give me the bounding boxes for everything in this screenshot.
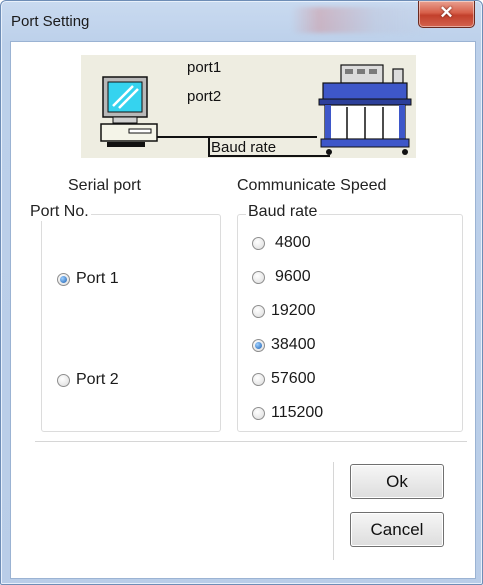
- baud-4800-option[interactable]: 4800: [252, 233, 311, 253]
- port-1-label[interactable]: Port 1: [76, 270, 119, 288]
- vertical-separator: [333, 462, 334, 560]
- baud-4800-label[interactable]: 4800: [275, 234, 311, 252]
- port-2-option[interactable]: Port 2: [57, 370, 119, 390]
- port-no-group: Port No. Port 1 Port 2: [28, 203, 221, 432]
- port-2-radio[interactable]: [57, 373, 70, 387]
- computer-icon: [100, 76, 158, 147]
- background-window-ghost: [291, 7, 431, 33]
- baud-4800-radio[interactable]: [252, 236, 265, 250]
- port-setting-dialog: Port Setting ✕ port1 port2 Baud rate Ser…: [0, 0, 483, 585]
- baud-rate-group-title: Baud rate: [246, 203, 320, 221]
- port-no-group-title: Port No.: [28, 203, 91, 221]
- port1-line: [157, 136, 317, 138]
- communicate-speed-heading: Communicate Speed: [237, 177, 387, 194]
- baud-19200-label[interactable]: 19200: [271, 302, 316, 320]
- baud-9600-radio[interactable]: [252, 270, 265, 284]
- baud-57600-option[interactable]: 57600: [252, 369, 316, 389]
- connection-diagram: port1 port2 Baud rate: [81, 55, 416, 158]
- ok-button[interactable]: Ok: [350, 464, 444, 499]
- close-button[interactable]: ✕: [418, 1, 475, 28]
- horizontal-separator: [35, 441, 467, 442]
- port-1-radio[interactable]: [57, 272, 70, 286]
- baud-38400-radio[interactable]: [252, 338, 265, 352]
- baud-115200-label[interactable]: 115200: [271, 404, 323, 422]
- serial-port-heading: Serial port: [68, 177, 141, 194]
- port-2-label[interactable]: Port 2: [76, 371, 119, 389]
- port2-label: port2: [187, 88, 222, 105]
- baud-38400-label[interactable]: 38400: [271, 336, 316, 354]
- cancel-button[interactable]: Cancel: [350, 512, 444, 547]
- baud-19200-radio[interactable]: [252, 304, 265, 318]
- baud-57600-radio[interactable]: [252, 372, 265, 386]
- baud-115200-option[interactable]: 115200: [252, 403, 323, 423]
- port1-label: port1: [187, 59, 222, 76]
- window-title: Port Setting: [11, 13, 90, 30]
- baud-9600-option[interactable]: 9600: [252, 267, 311, 287]
- baud-rate-group: Baud rate 4800 9600 19200 38400 57600 11…: [237, 203, 463, 432]
- baud-19200-option[interactable]: 19200: [252, 301, 316, 321]
- baud-38400-option[interactable]: 38400: [252, 335, 316, 355]
- plotter-icon: [318, 64, 412, 155]
- baud-115200-radio[interactable]: [252, 406, 265, 420]
- dialog-client-area: port1 port2 Baud rate Serial port Commun…: [10, 41, 476, 579]
- baud-rate-label: Baud rate: [211, 139, 277, 156]
- close-icon: ✕: [439, 3, 454, 22]
- baud-57600-label[interactable]: 57600: [271, 370, 316, 388]
- baud-9600-label[interactable]: 9600: [275, 268, 311, 286]
- title-bar[interactable]: Port Setting ✕: [1, 1, 482, 41]
- baud-line-riser: [208, 138, 210, 156]
- port-1-option[interactable]: Port 1: [57, 269, 119, 289]
